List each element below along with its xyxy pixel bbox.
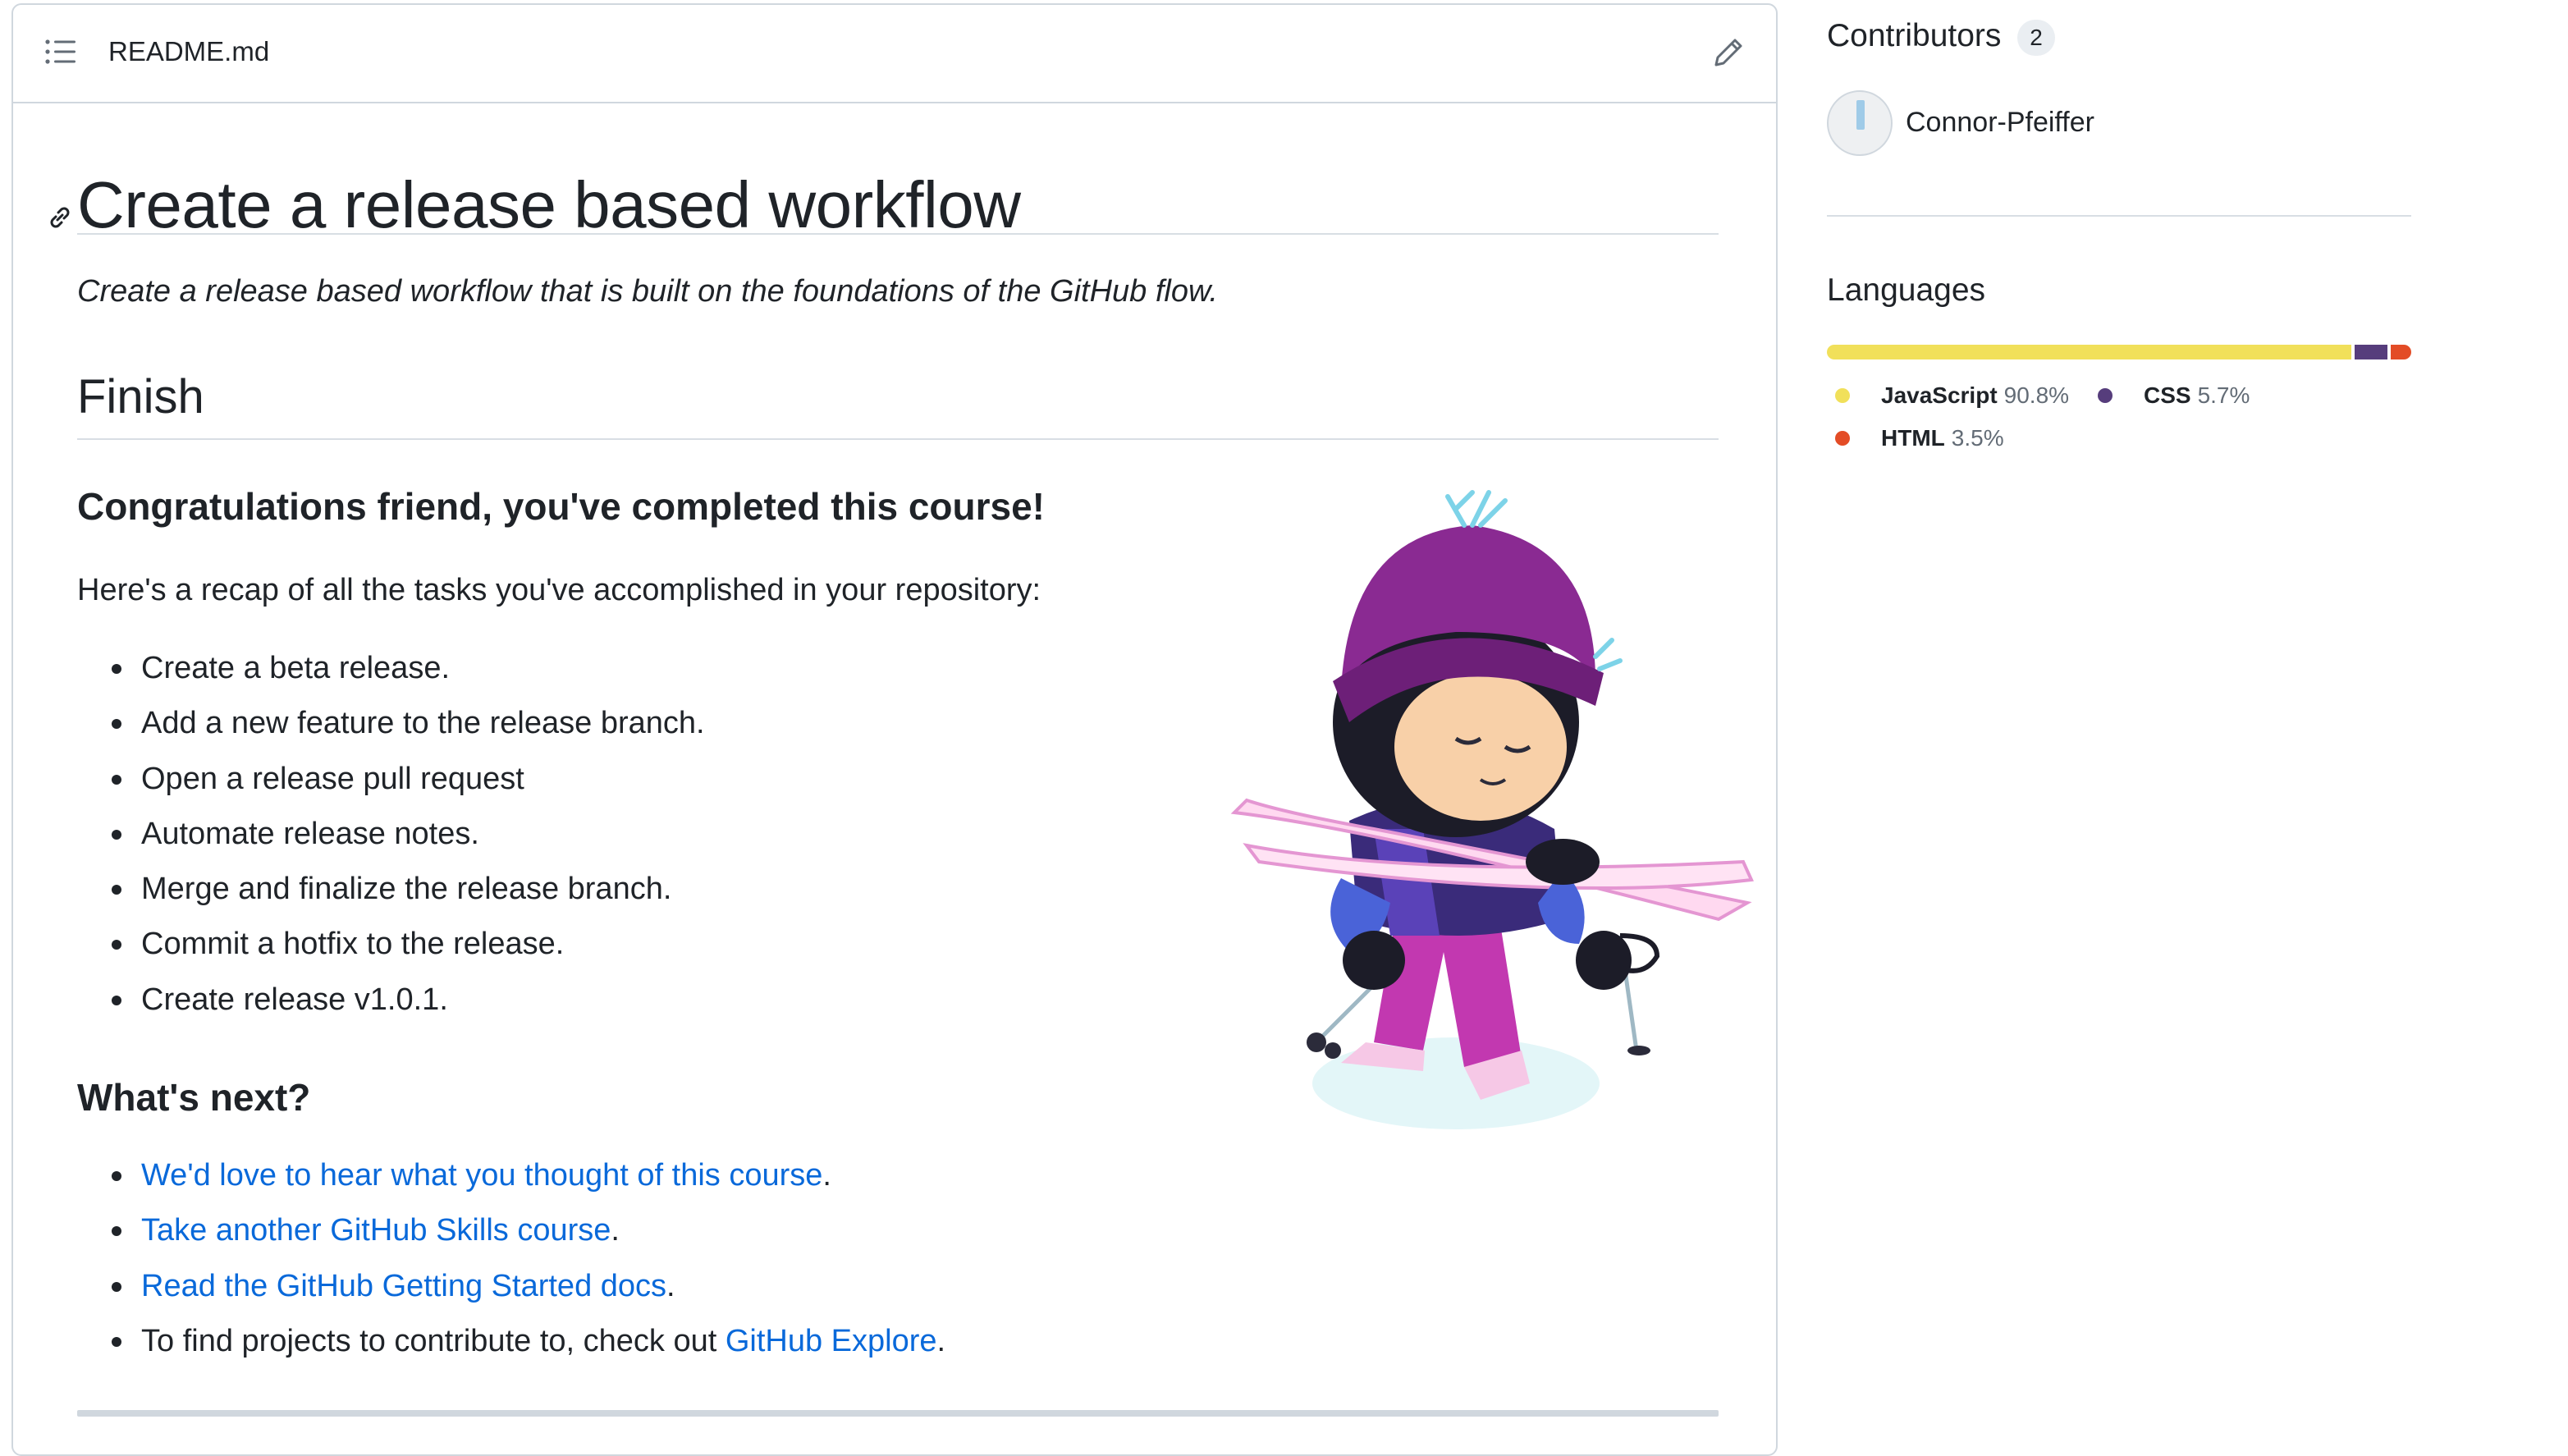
github-explore-link[interactable]: GitHub Explore bbox=[726, 1324, 937, 1358]
heading-congrats: Congratulations friend, you've completed… bbox=[77, 485, 1045, 528]
punctuation: . bbox=[611, 1213, 620, 1248]
list-item: Open a release pull request bbox=[77, 761, 705, 816]
language-css[interactable]: CSS 5.7% bbox=[2090, 382, 2250, 409]
octocat-skier-illustration bbox=[1230, 490, 1754, 1129]
language-javascript[interactable]: JavaScript 90.8% bbox=[1827, 382, 2069, 409]
readme-header: README.md bbox=[13, 5, 1776, 103]
languages-bar bbox=[1827, 345, 2411, 359]
language-html[interactable]: HTML 3.5% bbox=[1827, 425, 2004, 451]
language-percent: 5.7% bbox=[2197, 382, 2250, 408]
list-item: Commit a hotfix to the release. bbox=[77, 926, 705, 981]
list-item: Automate release notes. bbox=[77, 816, 705, 871]
page: README.md Create a release based workflo… bbox=[0, 0, 2568, 1456]
avatar[interactable] bbox=[1827, 90, 1893, 156]
list-item: Take another GitHub Skills course. bbox=[77, 1212, 945, 1267]
h1-section: Create a release based workflow bbox=[50, 143, 1719, 241]
language-name: CSS bbox=[2144, 382, 2191, 408]
punctuation: . bbox=[666, 1268, 675, 1303]
explore-text: To find projects to contribute to, check… bbox=[141, 1323, 726, 1358]
language-name: JavaScript bbox=[1881, 382, 1998, 408]
list-item: To find projects to contribute to, check… bbox=[77, 1323, 945, 1378]
languages-bar-segment bbox=[2391, 345, 2411, 359]
link-anchor-icon[interactable] bbox=[46, 204, 74, 231]
avatar-graphic bbox=[1856, 100, 1865, 130]
languages-title: Languages bbox=[1827, 272, 1986, 308]
list-item: Read the GitHub Getting Started docs. bbox=[77, 1268, 945, 1323]
divider bbox=[1827, 215, 2411, 217]
language-percent: 90.8% bbox=[2003, 382, 2070, 408]
skills-course-link[interactable]: Take another GitHub Skills course bbox=[141, 1213, 611, 1248]
languages-bar-segment bbox=[1827, 345, 2352, 359]
recap-text: Here's a recap of all the tasks you've a… bbox=[77, 573, 1041, 607]
list-item: Merge and finalize the release branch. bbox=[77, 871, 705, 926]
list-icon[interactable] bbox=[44, 38, 77, 66]
punctuation: . bbox=[936, 1323, 946, 1358]
feedback-link[interactable]: We'd love to hear what you thought of th… bbox=[141, 1158, 822, 1193]
language-dot bbox=[1835, 388, 1850, 403]
language-name: HTML bbox=[1881, 425, 1945, 451]
list-item: We'd love to hear what you thought of th… bbox=[77, 1157, 945, 1212]
language-dot bbox=[2098, 388, 2113, 403]
pencil-icon[interactable] bbox=[1712, 36, 1745, 69]
contributor-name[interactable]: Connor-Pfeiffer bbox=[1906, 107, 2094, 139]
h2-section: Finish bbox=[77, 363, 1719, 440]
punctuation: . bbox=[822, 1158, 831, 1193]
page-title: Create a release based workflow bbox=[77, 168, 1021, 241]
subtitle: Create a release based workflow that is … bbox=[77, 274, 1218, 309]
list-item: Create a beta release. bbox=[77, 650, 705, 705]
readme-panel: README.md Create a release based workflo… bbox=[11, 3, 1778, 1456]
contributors-title[interactable]: Contributors bbox=[1827, 18, 2001, 54]
list-item: Add a new feature to the release branch. bbox=[77, 705, 705, 760]
language-dot bbox=[1835, 431, 1850, 446]
languages-bar-segment bbox=[2355, 345, 2388, 359]
list-item: Create release v1.0.1. bbox=[77, 982, 705, 1037]
language-percent: 3.5% bbox=[1951, 425, 2004, 451]
next-list: We'd love to hear what you thought of th… bbox=[77, 1157, 945, 1378]
heading-finish: Finish bbox=[77, 370, 204, 424]
readme-filename: README.md bbox=[108, 36, 270, 66]
horizontal-rule bbox=[77, 1410, 1719, 1417]
getting-started-docs-link[interactable]: Read the GitHub Getting Started docs bbox=[141, 1269, 666, 1303]
task-list: Create a beta release. Add a new feature… bbox=[77, 650, 705, 1037]
contributors-count-badge: 2 bbox=[2017, 20, 2055, 56]
heading-whats-next: What's next? bbox=[77, 1076, 311, 1119]
